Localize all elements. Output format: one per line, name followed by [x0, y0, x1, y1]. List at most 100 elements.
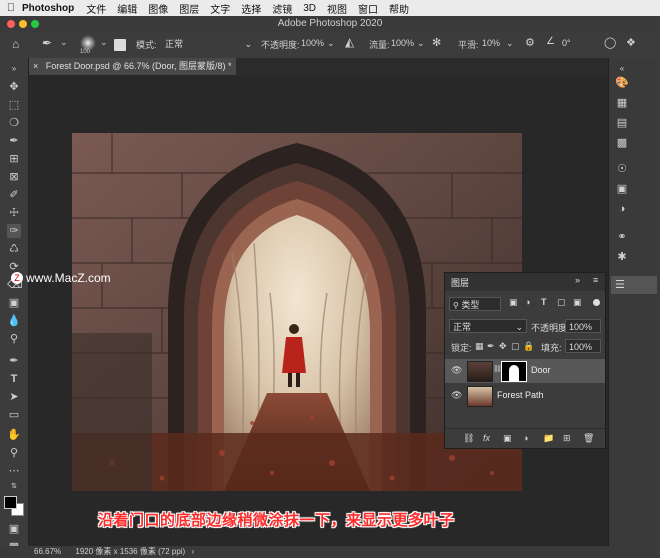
visibility-eye-icon[interactable]: 👁 — [451, 365, 462, 376]
filter-toggle-icon[interactable] — [593, 299, 600, 306]
layers-panel-tab[interactable]: ☰ — [611, 276, 657, 294]
brush-settings-icon[interactable] — [114, 39, 126, 51]
healing-brush-tool-icon[interactable]: ☩ — [7, 206, 21, 220]
path-selection-tool-icon[interactable]: ➤ — [7, 390, 21, 404]
brush-tool-icon[interactable]: ✒ — [42, 36, 52, 50]
lasso-tool-icon[interactable]: ❍ — [7, 116, 21, 130]
filter-type-icon[interactable]: T — [541, 297, 547, 307]
angle-icon[interactable]: ∠ — [546, 36, 555, 47]
layer-row-door[interactable]: 👁 ⛓ Door — [445, 359, 605, 383]
filter-smart-object-icon[interactable]: ▣ — [573, 297, 582, 308]
visibility-eye-icon[interactable]: 👁 — [451, 390, 462, 401]
menu-app-name[interactable]: Photoshop — [22, 3, 74, 14]
pen-tool-icon[interactable]: ✒ — [7, 354, 21, 368]
gradient-tool-icon[interactable]: ▣ — [7, 296, 21, 310]
menu-filter[interactable]: 滤镜 — [272, 1, 292, 16]
zoom-window-button[interactable] — [31, 20, 39, 28]
lock-artboard-icon[interactable]: ▢ — [511, 341, 520, 352]
lock-position-icon[interactable]: ✥ — [499, 341, 507, 352]
rectangle-tool-icon[interactable]: ▭ — [7, 408, 21, 422]
type-tool-icon[interactable]: T — [7, 372, 21, 386]
patterns-panel-icon[interactable]: ▩ — [615, 136, 629, 150]
channels-panel-icon[interactable]: ⚭ — [615, 230, 629, 244]
collapse-panel-icon[interactable]: » — [575, 275, 580, 285]
menu-window[interactable]: 窗口 — [358, 1, 378, 16]
zoom-tool-icon[interactable]: ⚲ — [7, 446, 21, 460]
airbrush-icon[interactable]: ✻ — [432, 36, 441, 49]
libraries-panel-icon[interactable]: ▣ — [615, 182, 629, 196]
quick-selection-tool-icon[interactable]: ✒ — [7, 134, 21, 148]
menu-view[interactable]: 视图 — [327, 1, 347, 16]
lock-all-icon[interactable]: 🔒 — [523, 341, 534, 352]
new-group-icon[interactable]: 📁 — [543, 433, 554, 444]
clone-stamp-tool-icon[interactable]: ♺ — [7, 242, 21, 256]
flow-chevron-icon[interactable]: ⌄ — [417, 38, 425, 49]
gear-icon[interactable]: ⚙ — [525, 36, 535, 49]
paths-panel-icon[interactable]: ✱ — [615, 250, 629, 264]
menu-image[interactable]: 图像 — [148, 1, 168, 16]
delete-layer-icon[interactable]: 🗑 — [583, 433, 594, 444]
filter-adjustment-icon[interactable]: ◑ — [525, 297, 530, 307]
move-tool-icon[interactable]: ✥ — [7, 80, 21, 94]
menu-type[interactable]: 文字 — [210, 1, 230, 16]
document-tab[interactable]: × Forest Door.psd @ 66.7% (Door, 图层蒙版/8)… — [28, 58, 236, 75]
dodge-tool-icon[interactable]: ⚲ — [7, 332, 21, 346]
smoothing-chevron-icon[interactable]: ⌄ — [506, 38, 514, 49]
filter-pixel-icon[interactable]: ▣ — [509, 297, 518, 308]
opacity-chevron-icon[interactable]: ⌄ — [327, 38, 335, 49]
smoothing-value[interactable]: 10% — [482, 38, 500, 48]
tool-preset-chevron-icon[interactable]: ⌄ — [60, 37, 68, 48]
blend-mode-select[interactable]: 正常 ⌄ — [449, 319, 527, 333]
brush-picker-chevron-icon[interactable]: ⌄ — [100, 37, 108, 48]
layer-row-forest-path[interactable]: 👁 Forest Path — [445, 384, 605, 408]
layer-filter-select[interactable]: ⚲ 类型 — [449, 297, 501, 311]
home-icon[interactable]: ⌂ — [12, 37, 19, 51]
status-chevron-icon[interactable]: › — [191, 547, 194, 556]
foreground-color-swatch[interactable] — [4, 496, 17, 509]
collapse-toolbar-icon[interactable]: » — [7, 62, 21, 76]
flow-value[interactable]: 100% — [391, 38, 414, 48]
angle-value[interactable]: 0° — [562, 38, 571, 48]
symmetry-icon[interactable]: ❖ — [626, 36, 636, 49]
frame-tool-icon[interactable]: ⊠ — [7, 170, 21, 184]
menu-3d[interactable]: 3D — [303, 3, 316, 14]
crop-tool-icon[interactable]: ⊞ — [7, 152, 21, 166]
adjustments-panel-icon[interactable]: ◑ — [615, 202, 629, 216]
close-tab-icon[interactable]: × — [33, 61, 38, 71]
opacity-value[interactable]: 100% — [301, 38, 324, 48]
panel-menu-icon[interactable]: ≡ — [593, 275, 598, 285]
marquee-tool-icon[interactable]: ⬚ — [7, 98, 21, 112]
zoom-level[interactable]: 66.67% — [34, 547, 61, 556]
layer-mask-thumbnail[interactable] — [501, 361, 527, 382]
color-panel-icon[interactable]: 🎨 — [615, 76, 629, 90]
blur-tool-icon[interactable]: 💧 — [7, 314, 21, 328]
fill-field[interactable]: 100% — [565, 339, 601, 353]
close-window-button[interactable] — [7, 20, 15, 28]
eyedropper-tool-icon[interactable]: ✐ — [7, 188, 21, 202]
mode-select[interactable]: 正常 ⌄ — [162, 37, 254, 51]
lock-transparency-icon[interactable]: ▦ — [475, 341, 484, 352]
gradients-panel-icon[interactable]: ▤ — [615, 116, 629, 130]
learn-panel-icon[interactable]: ☉ — [615, 162, 629, 176]
brush-tool-active-icon[interactable]: ✑ — [7, 224, 21, 238]
pressure-opacity-icon[interactable]: ◭ — [345, 35, 354, 49]
apple-icon[interactable]:  — [0, 2, 22, 14]
filter-shape-icon[interactable]: ▢ — [557, 297, 566, 308]
layer-style-fx-icon[interactable]: fx — [483, 433, 490, 443]
menu-layer[interactable]: 图层 — [179, 1, 199, 16]
pressure-size-icon[interactable]: ◯ — [604, 36, 616, 49]
menu-file[interactable]: 文件 — [86, 1, 106, 16]
minimize-window-button[interactable] — [19, 20, 27, 28]
menu-edit[interactable]: 编辑 — [117, 1, 137, 16]
new-adjustment-layer-icon[interactable]: ◑ — [523, 433, 528, 443]
swap-colors-icon[interactable]: ⇅ — [7, 480, 21, 494]
layer-opacity-field[interactable]: 100% — [565, 319, 601, 333]
new-layer-icon[interactable]: ⊞ — [563, 433, 571, 444]
swatches-panel-icon[interactable]: ▦ — [615, 96, 629, 110]
menu-help[interactable]: 帮助 — [389, 1, 409, 16]
more-tools-icon[interactable]: ⋯ — [7, 464, 21, 478]
link-layers-icon[interactable]: ⛓ — [463, 433, 474, 444]
hand-tool-icon[interactable]: ✋ — [7, 428, 21, 442]
menu-select[interactable]: 选择 — [241, 1, 261, 16]
collapse-dock-icon[interactable]: « — [615, 62, 629, 76]
